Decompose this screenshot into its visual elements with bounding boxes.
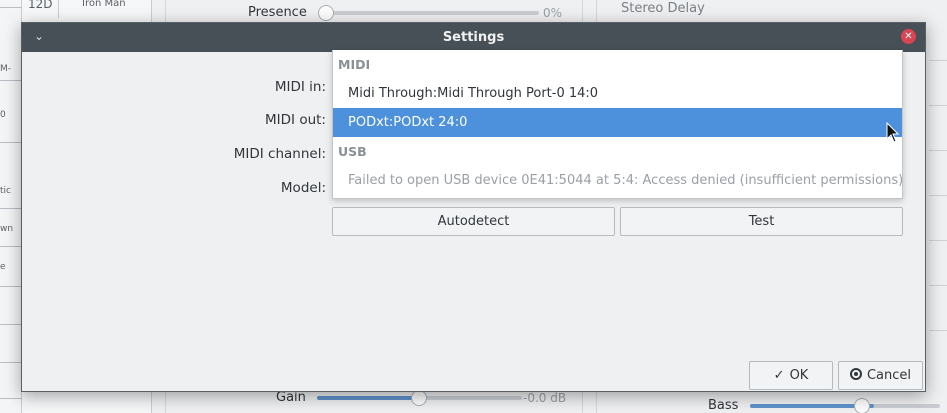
mouse-pointer-icon (886, 122, 900, 143)
gain-slider-fill (317, 396, 420, 400)
row-divider (0, 208, 22, 209)
dialog-title: Settings (442, 30, 505, 45)
panel-divider (929, 105, 947, 106)
model-label: Model: (280, 180, 326, 196)
panel-divider (929, 285, 947, 286)
presence-label: Presence (248, 5, 307, 20)
dropdown-item-podxt[interactable]: PODxt:PODxt 24:0 (333, 108, 902, 137)
cancel-icon (849, 368, 862, 380)
midi-in-dropdown-popup[interactable]: MIDI Midi Through:Midi Through Port-0 14… (332, 50, 903, 199)
background-left-column: M- 0 tic wn e (0, 0, 22, 413)
row-divider (0, 80, 22, 81)
bass-slider-handle[interactable] (854, 398, 870, 413)
row-divider (0, 7, 22, 8)
presence-slider-handle[interactable] (318, 5, 334, 21)
test-button[interactable]: Test (620, 207, 903, 236)
dropdown-section-header: USB (338, 144, 367, 159)
left-column-item: wn (0, 224, 14, 234)
midi-channel-label: MIDI channel: (233, 146, 326, 162)
row-divider (0, 362, 22, 363)
presence-value: 0% (543, 6, 563, 20)
bass-label: Bass (708, 398, 739, 413)
midi-out-label: MIDI out: (265, 112, 326, 128)
panel-divider (929, 240, 947, 241)
dialog-titlebar[interactable]: ⌄ Settings ✕ (22, 23, 925, 52)
dropdown-section-header: MIDI (338, 57, 371, 72)
preset-number: 12D (28, 0, 53, 11)
panel-divider (929, 60, 947, 61)
row-divider (0, 286, 22, 287)
row-divider (0, 142, 22, 143)
panel-divider (929, 330, 947, 331)
cancel-button-label: Cancel (866, 368, 912, 383)
close-icon[interactable]: ✕ (901, 29, 916, 44)
row-divider (0, 398, 22, 399)
gain-value: -0.0 dB (523, 391, 567, 405)
ok-button-label: OK (789, 368, 809, 383)
gain-label: Gain (276, 390, 306, 405)
left-column-item: e (0, 262, 6, 272)
presence-slider[interactable] (318, 5, 539, 21)
left-column-item: M- (0, 64, 12, 74)
row-divider (0, 246, 22, 247)
preset-name: Iron Man (82, 0, 126, 9)
autodetect-button[interactable]: Autodetect (332, 207, 615, 236)
dropdown-item-midi-through[interactable]: Midi Through:Midi Through Port-0 14:0 (333, 79, 902, 108)
effect-name: Stereo Delay (621, 1, 705, 16)
left-column-item: 0 (0, 110, 6, 120)
row-divider (0, 324, 22, 325)
panel-divider (929, 195, 947, 196)
column-divider (58, 0, 59, 18)
dropdown-item-usb-error: Failed to open USB device 0E41:5044 at 5… (348, 173, 904, 188)
cancel-button[interactable]: Cancel (838, 361, 923, 390)
left-column-item: tic (0, 186, 11, 196)
panel-divider (929, 150, 947, 151)
bass-slider[interactable] (750, 398, 940, 413)
check-icon: ✓ (773, 368, 785, 383)
gain-slider[interactable] (317, 390, 522, 406)
midi-in-label: MIDI in: (274, 79, 326, 95)
ok-button[interactable]: ✓ OK (749, 361, 833, 390)
gain-slider-handle[interactable] (411, 390, 427, 406)
